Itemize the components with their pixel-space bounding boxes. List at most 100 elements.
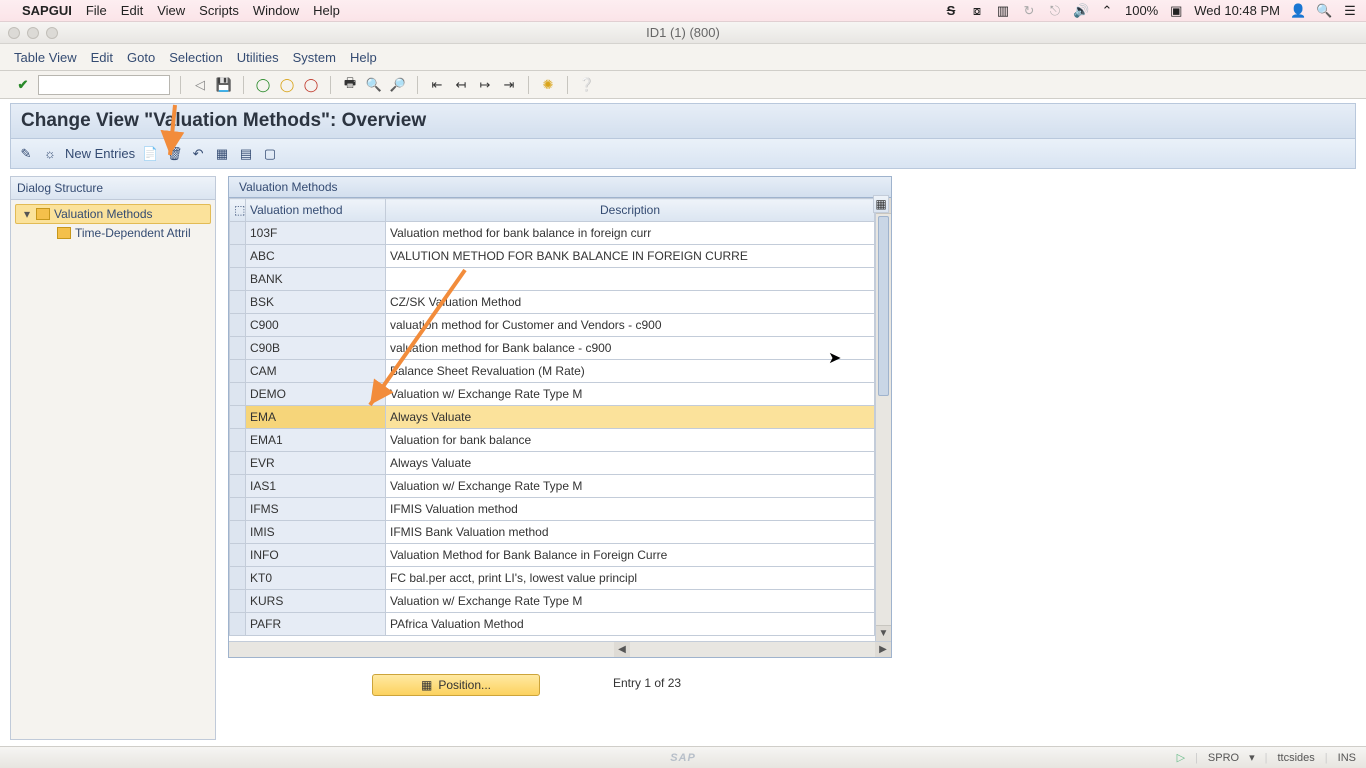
cell-valuation-method[interactable]: DEMO [246, 383, 386, 406]
prev-page-icon[interactable]: ↤ [452, 76, 470, 94]
row-selector[interactable] [230, 268, 246, 291]
other-entry-icon[interactable]: ☼ [41, 145, 59, 163]
status-notifications-icon[interactable]: ☰ [1342, 3, 1358, 19]
cell-valuation-method[interactable]: EMA [246, 406, 386, 429]
cell-description[interactable]: VALUTION METHOD FOR BANK BALANCE IN FORE… [386, 245, 875, 268]
table-row[interactable]: DEMOValuation w/ Exchange Rate Type M [230, 383, 875, 406]
menu-tableview[interactable]: Table View [14, 50, 77, 65]
save-icon[interactable]: 💾 [215, 76, 233, 94]
cell-description[interactable]: Valuation method for bank balance in for… [386, 222, 875, 245]
cell-valuation-method[interactable]: EVR [246, 452, 386, 475]
undo-change-icon[interactable]: ↶ [189, 145, 207, 163]
table-row[interactable]: EVRAlways Valuate [230, 452, 875, 475]
status-battery-icon[interactable]: ▥ [995, 3, 1011, 19]
status-bluetooth-icon[interactable]: ⎋ [1047, 3, 1063, 19]
status-sync-icon[interactable]: ↻ [1021, 3, 1037, 19]
table-row[interactable]: PAFRPAfrica Valuation Method [230, 613, 875, 636]
cell-description[interactable]: IFMIS Bank Valuation method [386, 521, 875, 544]
row-selector[interactable] [230, 498, 246, 521]
cell-description[interactable]: PAfrica Valuation Method [386, 613, 875, 636]
menu-system[interactable]: System [293, 50, 336, 65]
table-row[interactable]: KT0FC bal.per acct, print LI's, lowest v… [230, 567, 875, 590]
find-icon[interactable]: 🔍 [365, 76, 383, 94]
table-row[interactable]: C900valuation method for Customer and Ve… [230, 314, 875, 337]
exit-icon[interactable]: ◯ [278, 76, 296, 94]
menu-edit[interactable]: Edit [91, 50, 113, 65]
table-row[interactable]: 103FValuation method for bank balance in… [230, 222, 875, 245]
mac-menu-scripts[interactable]: Scripts [199, 3, 239, 18]
row-selector[interactable] [230, 222, 246, 245]
cell-valuation-method[interactable]: 103F [246, 222, 386, 245]
status-doc-icon[interactable]: ⧇ [969, 3, 985, 19]
enter-icon[interactable]: ✔ [14, 76, 32, 94]
table-row[interactable]: C90Bvaluation method for Bank balance - … [230, 337, 875, 360]
cell-valuation-method[interactable]: INFO [246, 544, 386, 567]
cell-valuation-method[interactable]: IFMS [246, 498, 386, 521]
zoom-window-button[interactable] [46, 27, 58, 39]
mac-menu-window[interactable]: Window [253, 3, 299, 18]
mac-menu-view[interactable]: View [157, 3, 185, 18]
status-spotlight-icon[interactable]: 🔍 [1316, 3, 1332, 19]
row-selector[interactable] [230, 429, 246, 452]
status-battery-percent[interactable]: 100% [1125, 3, 1158, 18]
back-nav-icon[interactable]: ◯ [254, 76, 272, 94]
table-row[interactable]: BSKCZ/SK Valuation Method [230, 291, 875, 314]
scroll-thumb[interactable] [878, 216, 889, 396]
select-all-icon[interactable]: ▦ [213, 145, 231, 163]
select-all-rows-icon[interactable]: ⬚ [230, 199, 246, 222]
cell-description[interactable]: Valuation Method for Bank Balance in For… [386, 544, 875, 567]
status-tcode[interactable]: SPRO [1208, 752, 1239, 764]
select-block-icon[interactable]: ▤ [237, 145, 255, 163]
scroll-right-icon[interactable]: ▶ [875, 642, 891, 657]
cell-description[interactable]: Always Valuate [386, 406, 875, 429]
cell-description[interactable] [386, 268, 875, 291]
cancel-icon[interactable]: ◯ [302, 76, 320, 94]
row-selector[interactable] [230, 613, 246, 636]
table-row[interactable]: EMAAlways Valuate [230, 406, 875, 429]
table-settings-icon[interactable]: ▦ [873, 195, 889, 213]
status-nav-icon[interactable]: ▷ [1177, 751, 1185, 764]
status-clock[interactable]: Wed 10:48 PM [1194, 3, 1280, 18]
cell-valuation-method[interactable]: IAS1 [246, 475, 386, 498]
table-row[interactable]: INFOValuation Method for Bank Balance in… [230, 544, 875, 567]
cell-description[interactable]: CZ/SK Valuation Method [386, 291, 875, 314]
close-window-button[interactable] [8, 27, 20, 39]
expand-arrow-icon[interactable]: ▾ [22, 207, 32, 221]
table-row[interactable]: KURSValuation w/ Exchange Rate Type M [230, 590, 875, 613]
delete-icon[interactable]: 🗑 [165, 145, 183, 163]
cell-valuation-method[interactable]: PAFR [246, 613, 386, 636]
table-row[interactable]: CAMBalance Sheet Revaluation (M Rate) [230, 360, 875, 383]
table-row[interactable]: IMISIFMIS Bank Valuation method [230, 521, 875, 544]
row-selector[interactable] [230, 590, 246, 613]
row-selector[interactable] [230, 383, 246, 406]
mac-appname[interactable]: SAPGUI [22, 3, 72, 18]
new-session-icon[interactable]: ✺ [539, 76, 557, 94]
help-icon[interactable]: ❔ [578, 76, 596, 94]
new-entries-button[interactable]: New Entries [65, 146, 135, 161]
last-page-icon[interactable]: ⇥ [500, 76, 518, 94]
cell-valuation-method[interactable]: KURS [246, 590, 386, 613]
status-charge-icon[interactable]: ▣ [1168, 3, 1184, 19]
row-selector[interactable] [230, 360, 246, 383]
cell-description[interactable]: Valuation for bank balance [386, 429, 875, 452]
back-icon[interactable]: ◁ [191, 76, 209, 94]
table-row[interactable]: IFMSIFMIS Valuation method [230, 498, 875, 521]
row-selector[interactable] [230, 337, 246, 360]
tree-node-time-dependent[interactable]: Time-Dependent Attril [15, 224, 211, 242]
status-dropdown-icon[interactable]: ▾ [1249, 751, 1255, 764]
mac-menu-help[interactable]: Help [313, 3, 340, 18]
mac-menu-edit[interactable]: Edit [121, 3, 143, 18]
row-selector[interactable] [230, 567, 246, 590]
row-selector[interactable] [230, 452, 246, 475]
horizontal-scrollbar[interactable]: ◀ ▶ [229, 641, 891, 657]
copy-as-icon[interactable]: 📄 [141, 145, 159, 163]
cell-description[interactable]: valuation method for Customer and Vendor… [386, 314, 875, 337]
cell-valuation-method[interactable]: ABC [246, 245, 386, 268]
cell-valuation-method[interactable]: EMA1 [246, 429, 386, 452]
cell-valuation-method[interactable]: BANK [246, 268, 386, 291]
scroll-left-icon[interactable]: ◀ [614, 642, 630, 657]
cell-description[interactable]: Valuation w/ Exchange Rate Type M [386, 475, 875, 498]
menu-utilities[interactable]: Utilities [237, 50, 279, 65]
table-row[interactable]: BANK [230, 268, 875, 291]
first-page-icon[interactable]: ⇤ [428, 76, 446, 94]
